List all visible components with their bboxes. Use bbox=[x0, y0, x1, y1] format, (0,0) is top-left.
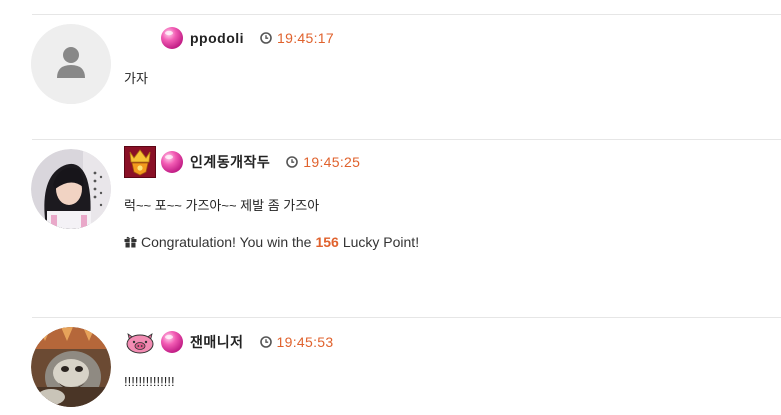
timestamp: 19:45:17 bbox=[277, 30, 334, 46]
pink-orb-icon bbox=[160, 26, 184, 50]
comment-meta: ppodoli 19:45:17 bbox=[160, 26, 334, 50]
avatar-photo bbox=[31, 327, 111, 407]
avatar[interactable] bbox=[31, 149, 111, 229]
avatar-photo bbox=[31, 149, 111, 229]
clock-icon bbox=[260, 32, 272, 44]
nickname[interactable]: ppodoli bbox=[190, 30, 244, 46]
user-silhouette-icon bbox=[31, 24, 111, 104]
timestamp: 19:45:53 bbox=[276, 334, 334, 350]
divider bbox=[32, 14, 781, 15]
gift-icon bbox=[124, 236, 137, 248]
avatar[interactable] bbox=[31, 24, 111, 104]
divider bbox=[32, 139, 781, 140]
crown-shield-icon bbox=[124, 146, 156, 178]
pink-orb-icon bbox=[160, 150, 184, 174]
timestamp: 19:45:25 bbox=[303, 154, 361, 170]
divider bbox=[32, 317, 781, 318]
comment-message: 가자 bbox=[124, 71, 148, 86]
comment-feed: ppodoli 19:45:17 가자 인계동개작두 19:45:25 럭~~ … bbox=[0, 0, 781, 415]
clock-icon bbox=[259, 336, 272, 348]
comment-meta: 인계동개작두 19:45:25 bbox=[124, 146, 361, 178]
lucky-points: 156 bbox=[315, 234, 339, 250]
nickname[interactable]: 잰매니저 bbox=[190, 332, 244, 352]
pink-orb-icon bbox=[160, 330, 184, 354]
comment-message: 럭~~ 포~~ 가즈아~~ 제발 좀 가즈아 bbox=[124, 198, 320, 213]
lucky-text-suffix: Lucky Point! bbox=[342, 234, 420, 250]
avatar[interactable] bbox=[31, 327, 111, 407]
pink-pig-icon bbox=[124, 330, 156, 354]
comment-meta: 잰매니저 19:45:53 bbox=[124, 330, 333, 354]
clock-icon bbox=[286, 156, 299, 168]
comment-message: !!!!!!!!!!!!!! bbox=[124, 374, 175, 389]
nickname[interactable]: 인계동개작두 bbox=[190, 152, 270, 172]
lucky-text-prefix: Congratulation! You win the bbox=[141, 234, 312, 250]
lucky-point-notice: Congratulation! You win the 156 Lucky Po… bbox=[124, 234, 419, 250]
